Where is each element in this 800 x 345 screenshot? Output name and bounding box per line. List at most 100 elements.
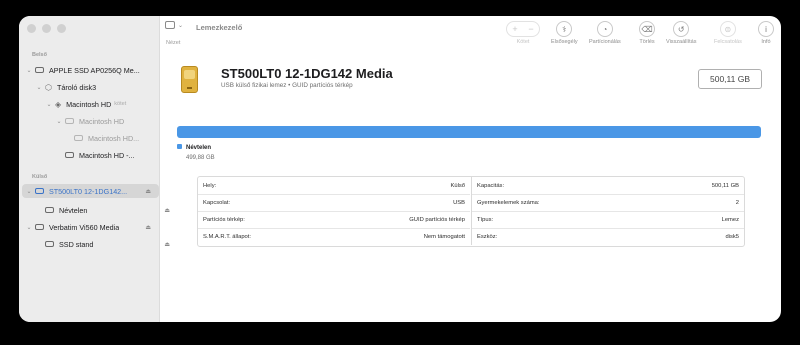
info-value: Nem támogatott bbox=[423, 234, 465, 240]
sidebar-item-label: Macintosh HD bbox=[79, 116, 125, 126]
sidebar-item-label: Macintosh HD... bbox=[88, 133, 140, 143]
info-row: Kapcsolat: USB bbox=[198, 194, 470, 211]
erase-button[interactable]: ⌫ Törlés bbox=[639, 21, 655, 45]
partition-legend: Névtelen 499,88 GB bbox=[177, 144, 215, 161]
sidebar-item-nevtelen[interactable]: Névtelen ⏏ bbox=[22, 203, 178, 217]
info-key: Hely: bbox=[203, 182, 217, 189]
info-icon: i bbox=[758, 21, 774, 37]
plus-icon[interactable]: + bbox=[507, 22, 523, 36]
sidebar-item-label: Névtelen bbox=[59, 205, 88, 215]
sidebar-item-st500lt0[interactable]: ⌄ ST500LT0 12-1DG142... ⏏ bbox=[22, 184, 159, 198]
toolbar-label: Felcsatolás bbox=[714, 39, 742, 45]
chevron-down-icon[interactable]: ⌄ bbox=[26, 188, 32, 195]
eject-icon[interactable]: ⏏ bbox=[164, 207, 170, 214]
sidebar-item-label: Macintosh HD -... bbox=[79, 150, 135, 160]
toolbar-label: Törlés bbox=[639, 39, 655, 45]
eject-icon[interactable]: ⏏ bbox=[145, 188, 151, 195]
drive-icon bbox=[65, 152, 74, 158]
partition-button[interactable]: ◔ Partícionálás bbox=[589, 21, 621, 45]
info-key: Partíciós térkép: bbox=[203, 217, 245, 223]
capacity-badge: 500,11 GB bbox=[698, 69, 762, 89]
sidebar-toggle-icon bbox=[165, 21, 175, 29]
info-key: Kapcsolat: bbox=[203, 200, 231, 206]
info-row: Kapacitás: 500,11 GB bbox=[472, 177, 744, 194]
external-disk-icon bbox=[181, 66, 198, 93]
pie-icon: ◔ bbox=[596, 21, 613, 37]
sidebar-item-apple-ssd[interactable]: ⌄ APPLE SSD AP0256Q Me... bbox=[22, 63, 159, 77]
section-external-header: Külső bbox=[32, 174, 48, 180]
drive-icon bbox=[74, 135, 83, 141]
sidebar-item-ssd-stand[interactable]: SSD stand ⏏ bbox=[22, 237, 178, 251]
sidebar-item-label: ST500LT0 12-1DG142... bbox=[49, 186, 128, 196]
toolbar-label: Visszaállítás bbox=[666, 39, 697, 45]
info-row: S.M.A.R.T. állapot: Nem támogatott bbox=[198, 228, 470, 245]
volume-tag: kötet bbox=[114, 101, 127, 107]
minimize-button[interactable] bbox=[42, 24, 51, 33]
toolbar: ⌄ Nézet Lemezkezelő + − Kötet ⚕ Elsősegél… bbox=[160, 16, 781, 50]
first-aid-button[interactable]: ⚕ Elsősegély bbox=[551, 21, 578, 45]
sidebar: Belső ⌄ APPLE SSD AP0256Q Me... ⌄ ⬡ Táro… bbox=[19, 16, 170, 322]
mount-icon: ⊜ bbox=[719, 21, 736, 37]
app-title: Lemezkezelő bbox=[196, 23, 243, 32]
sidebar-item-label: Macintosh HD bbox=[66, 99, 112, 109]
info-value: Külső bbox=[450, 182, 465, 189]
eject-icon[interactable]: ⏏ bbox=[164, 241, 170, 248]
chevron-down-icon[interactable]: ⌄ bbox=[36, 84, 42, 91]
toolbar-label: Partícionálás bbox=[589, 39, 621, 45]
sidebar-item-verbatim[interactable]: ⌄ Verbatim Vi560 Media ⏏ bbox=[22, 220, 159, 234]
disk-subtitle: USB külső fizikai lemez • GUID partíciós… bbox=[221, 82, 353, 89]
toolbar-label: Kötet bbox=[516, 39, 530, 45]
sidebar-item-label: SSD stand bbox=[59, 239, 94, 249]
chevron-down-icon[interactable]: ⌄ bbox=[56, 118, 62, 125]
info-row: Gyermekelemek száma: 2 bbox=[472, 194, 744, 211]
info-row: Típus: Lemez bbox=[472, 211, 744, 228]
layers-icon: ◈ bbox=[55, 99, 62, 109]
info-column-left: Hely: Külső Kapcsolat: USB Partíciós térké… bbox=[198, 177, 470, 245]
view-label: Nézet bbox=[166, 40, 181, 46]
info-row: Partíciós térkép: GUID partíciós térkép bbox=[198, 211, 470, 228]
info-row: Hely: Külső bbox=[198, 177, 470, 194]
container-icon: ⬡ bbox=[45, 82, 52, 92]
chevron-down-icon: ⌄ bbox=[178, 22, 184, 29]
sidebar-item-label: Tároló disk3 bbox=[56, 82, 97, 92]
sidebar-item-macintosh-hd-volume[interactable]: ⌄ ◈ Macintosh HD kötet bbox=[22, 97, 179, 111]
toolbar-label: Infó bbox=[761, 39, 771, 45]
disk-title: ST500LT0 12-1DG142 Media bbox=[221, 66, 393, 81]
info-key: Eszköz: bbox=[477, 234, 498, 240]
mount-button[interactable]: ⊜ Felcsatolás bbox=[714, 21, 742, 45]
close-button[interactable] bbox=[27, 24, 36, 33]
drive-icon bbox=[65, 118, 74, 124]
info-key: S.M.A.R.T. állapot: bbox=[203, 234, 252, 240]
info-value: Lemez bbox=[721, 217, 739, 223]
sidebar-item-macintosh-hd[interactable]: ⌄ Macintosh HD bbox=[22, 114, 189, 128]
info-value: 2 bbox=[735, 200, 739, 206]
restore-button[interactable]: ↺ Visszaállítás bbox=[666, 21, 696, 45]
view-button[interactable]: ⌄ bbox=[165, 21, 183, 29]
erase-icon: ⌫ bbox=[639, 21, 655, 37]
partition-size: 499,88 GB bbox=[186, 155, 215, 161]
stethoscope-icon: ⚕ bbox=[556, 21, 573, 37]
drive-icon bbox=[45, 241, 54, 247]
chevron-down-icon[interactable]: ⌄ bbox=[26, 67, 32, 74]
eject-icon[interactable]: ⏏ bbox=[145, 224, 151, 231]
info-key: Gyermekelemek száma: bbox=[477, 200, 540, 206]
chevron-down-icon[interactable]: ⌄ bbox=[26, 224, 32, 231]
minus-icon[interactable]: − bbox=[523, 22, 539, 36]
partition-usage-bar bbox=[177, 126, 761, 138]
sidebar-item-macintosh-hd-data[interactable]: Macintosh HD -... bbox=[22, 148, 198, 162]
info-column-right: Kapacitás: 500,11 GB Gyermekelemek száma:… bbox=[471, 177, 744, 245]
info-button[interactable]: i Infó bbox=[758, 21, 774, 45]
sidebar-item-label: Verbatim Vi560 Media bbox=[49, 222, 120, 232]
chevron-down-icon[interactable]: ⌄ bbox=[46, 101, 52, 108]
zoom-button[interactable] bbox=[57, 24, 66, 33]
info-key: Típus: bbox=[477, 217, 494, 223]
sidebar-item-container-disk3[interactable]: ⌄ ⬡ Tároló disk3 bbox=[22, 80, 169, 94]
restore-icon: ↺ bbox=[673, 21, 690, 37]
section-internal-header: Belső bbox=[32, 52, 47, 58]
legend-swatch bbox=[177, 144, 182, 149]
sidebar-item-label: APPLE SSD AP0256Q Me... bbox=[49, 65, 140, 75]
volume-button[interactable]: + − Kötet bbox=[506, 21, 540, 45]
info-value: GUID partíciós térkép bbox=[409, 217, 465, 223]
drive-icon bbox=[35, 188, 44, 194]
info-value: disk5 bbox=[725, 234, 739, 240]
